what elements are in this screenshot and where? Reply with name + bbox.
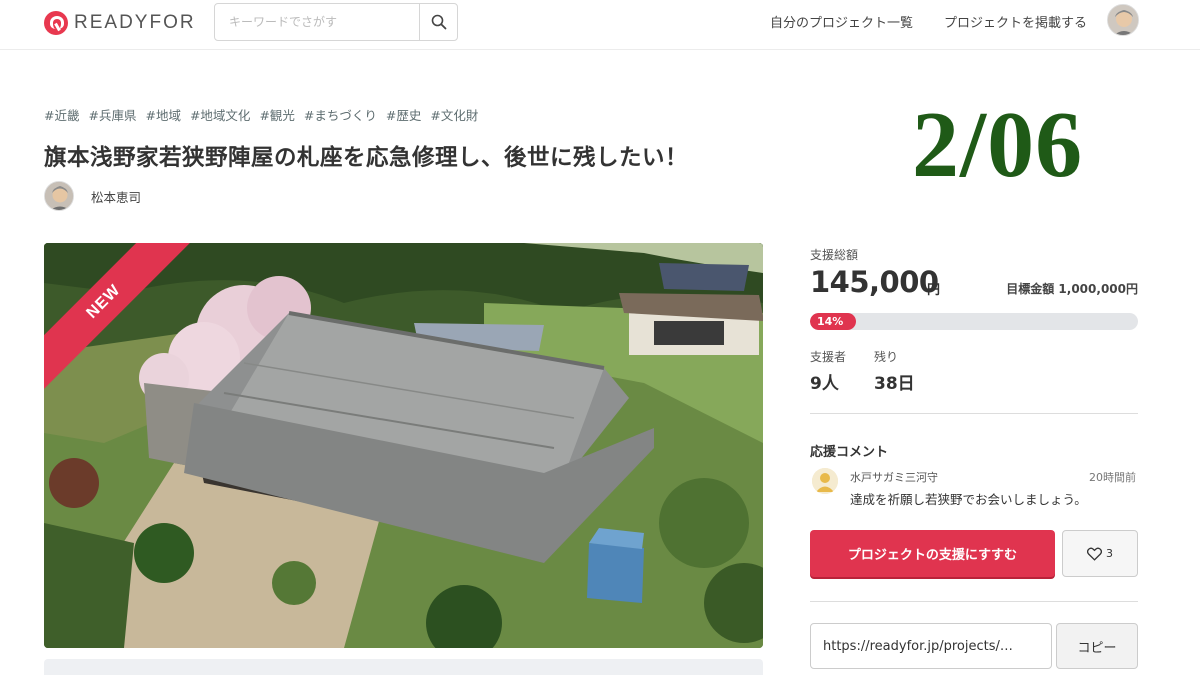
user-avatar[interactable] — [1107, 4, 1139, 36]
commenter-avatar[interactable] — [812, 468, 838, 494]
remaining-value: 38日 — [874, 374, 915, 394]
project-hero-image: NEW — [44, 243, 763, 648]
support-project-button[interactable]: プロジェクトの支援にすすむ — [810, 530, 1055, 577]
search-box — [214, 3, 458, 41]
supporters-value: 9人 — [810, 374, 839, 394]
tag-link[interactable]: #まちづくり — [304, 105, 377, 124]
divider — [810, 601, 1138, 602]
divider — [810, 413, 1138, 414]
logo-text: READYFOR — [74, 12, 196, 33]
favorite-count: 3 — [1106, 547, 1113, 560]
project-title: 旗本浅野家若狭野陣屋の札座を応急修理し、後世に残したい！ — [44, 145, 689, 171]
date-stamp: 2/06 — [912, 93, 1084, 197]
progress-bar: 14% — [810, 313, 1138, 330]
tag-link[interactable]: #地域 — [145, 105, 180, 124]
copy-url-button[interactable]: コピー — [1056, 623, 1138, 669]
supporters-label: 支援者 — [810, 350, 847, 364]
tag-link[interactable]: #近畿 — [44, 105, 79, 124]
project-author[interactable]: 松本恵司 — [44, 181, 141, 211]
comments-heading: 応援コメント — [810, 445, 889, 460]
heart-icon — [1087, 547, 1102, 561]
author-avatar — [44, 181, 74, 211]
remaining-label: 残り — [874, 350, 899, 364]
site-logo[interactable]: READYFOR — [44, 11, 196, 35]
total-amount: 145,000 — [810, 265, 939, 299]
tag-link[interactable]: #地域文化 — [190, 105, 250, 124]
total-unit: 円 — [927, 283, 941, 298]
project-tags: #近畿 #兵庫県 #地域 #地域文化 #観光 #まちづくり #歴史 #文化財 — [44, 105, 478, 124]
nav-publish-project[interactable]: プロジェクトを掲載する — [944, 12, 1087, 31]
tag-link[interactable]: #兵庫県 — [88, 105, 136, 124]
goal-amount: 目標金額 1,000,000円 — [1006, 282, 1138, 296]
comment-body: 達成を祈願し若狭野でお会いしましょう。 — [850, 492, 1087, 507]
search-icon — [431, 14, 446, 30]
comment-time: 20時間前 — [1089, 471, 1136, 484]
content-strip — [44, 659, 763, 675]
favorite-button[interactable]: 3 — [1062, 530, 1138, 577]
tag-link[interactable]: #文化財 — [430, 105, 478, 124]
tag-link[interactable]: #歴史 — [386, 105, 421, 124]
progress-percent: 14% — [817, 315, 844, 328]
search-button[interactable] — [419, 4, 457, 40]
author-name: 松本恵司 — [91, 189, 142, 205]
aerial-photo-illustration — [44, 243, 763, 648]
default-user-icon — [812, 468, 838, 494]
site-header: READYFOR 自分のプロジェクト一覧 プロジェクトを掲載する — [0, 0, 1200, 50]
user-avatar-image — [1108, 5, 1138, 35]
share-url-field[interactable]: https://readyfor.jp/projects/… — [810, 623, 1052, 669]
readyfor-logo-icon — [44, 11, 68, 35]
comment-user[interactable]: 水戸サガミ三河守 — [850, 469, 938, 485]
tag-link[interactable]: #観光 — [259, 105, 294, 124]
search-input[interactable] — [215, 4, 421, 40]
total-label: 支援総額 — [810, 248, 859, 262]
nav-my-projects[interactable]: 自分のプロジェクト一覧 — [770, 12, 913, 31]
